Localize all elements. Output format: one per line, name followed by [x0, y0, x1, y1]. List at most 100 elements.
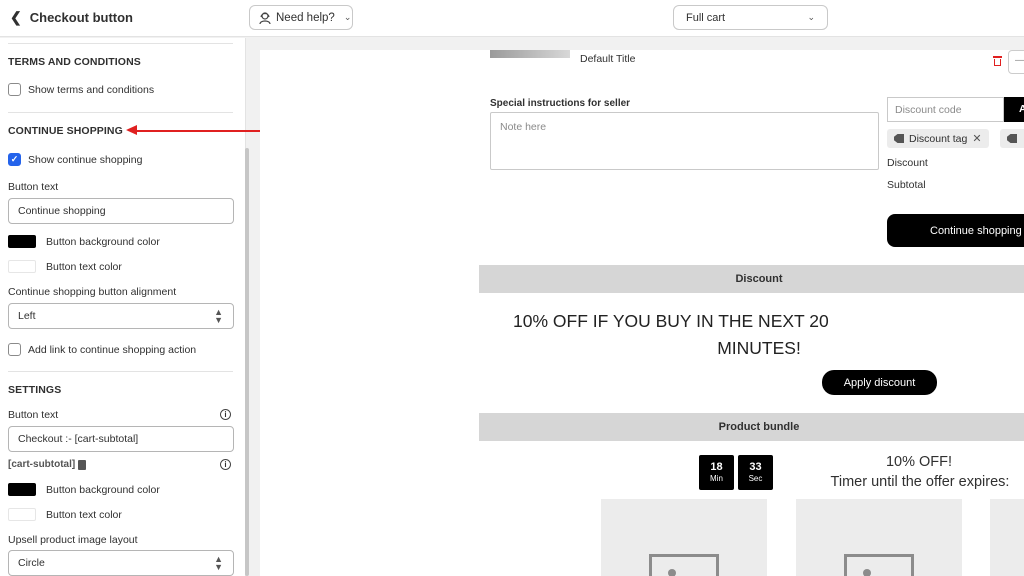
text-color-label: Button text color: [46, 260, 122, 273]
need-help-button[interactable]: Need help? ⌄: [249, 5, 353, 30]
product-bundle-label: Product bundle: [718, 421, 800, 433]
checkout-button-text-input[interactable]: Checkout :- [cart-subtotal]: [8, 426, 234, 452]
checkbox-icon: [8, 83, 21, 96]
image-placeholder-icon: [649, 554, 719, 576]
continue-shopping-section-title: CONTINUE SHOPPING: [8, 125, 123, 137]
timer-minutes-value: 18: [710, 461, 723, 473]
checkout-button-text-value: Checkout :- [cart-subtotal]: [18, 433, 139, 445]
select-arrows-icon: ▲ ▼: [214, 307, 223, 325]
special-instructions-label: Special instructions for seller: [490, 98, 631, 109]
checkbox-icon: [8, 343, 21, 356]
discount-code-placeholder: Discount code: [895, 103, 962, 116]
show-continue-shopping-label: Show continue shopping: [28, 153, 143, 166]
seller-note-textarea[interactable]: Note here: [490, 112, 879, 170]
add-link-checkbox[interactable]: Add link to continue shopping action: [8, 343, 196, 356]
terms-section-title: TERMS AND CONDITIONS: [8, 56, 141, 68]
show-terms-label: Show terms and conditions: [28, 83, 155, 96]
timer-seconds-value: 33: [749, 461, 762, 473]
cart-subtotal-label: [cart-subtotal]: [8, 459, 76, 470]
clipboard-icon[interactable]: [78, 459, 87, 470]
info-icon[interactable]: i: [220, 409, 231, 420]
apply-discount-label: Apply discount: [843, 376, 916, 389]
checkout-bg-color-picker[interactable]: Button background color: [8, 483, 160, 496]
page-title: Checkout button: [29, 10, 133, 25]
show-continue-shopping-checkbox[interactable]: ✓ Show continue shopping: [8, 153, 142, 166]
discount-band: Discount: [479, 265, 1024, 293]
cart-subtotal-variable[interactable]: [cart-subtotal]: [8, 459, 87, 470]
apply-code-button[interactable]: A: [1004, 97, 1024, 122]
bg-color-label: Button background color: [46, 235, 160, 248]
continue-text-color-picker[interactable]: Button text color: [8, 260, 122, 273]
offer-title: 10% OFF!: [885, 454, 953, 470]
subtotal-line-label: Subtotal: [887, 179, 926, 191]
bundle-product-card[interactable]: [990, 499, 1024, 576]
timer-seconds-unit: Sec: [748, 474, 763, 483]
bg-color-label: Button background color: [46, 483, 160, 496]
annotation-arrow-head: [126, 125, 137, 135]
bundle-product-card[interactable]: [796, 499, 962, 576]
discount-code-input[interactable]: Discount code: [887, 97, 1004, 122]
trash-icon[interactable]: [993, 56, 1002, 66]
tag-icon: [1007, 134, 1017, 143]
timer-minutes: 18 Min: [699, 455, 734, 490]
divider: [8, 371, 233, 372]
discount-tag-label: Discount tag: [909, 132, 968, 145]
support-agent-icon: [259, 11, 271, 24]
promo-line-2: MINUTES!: [717, 338, 801, 358]
need-help-label: Need help?: [276, 11, 335, 24]
offer-subtitle: Timer until the offer expires:: [830, 474, 1010, 490]
promo-line-1: 10% OFF IF YOU BUY IN THE NEXT 20: [513, 311, 829, 331]
note-placeholder: Note here: [500, 121, 547, 133]
continue-shopping-button[interactable]: Continue shopping: [887, 214, 1024, 247]
divider: [8, 43, 233, 44]
color-swatch[interactable]: [8, 260, 36, 273]
cart-view-value: Full cart: [686, 11, 726, 24]
discount-line-label: Discount: [887, 157, 928, 169]
promo-headline: 10% OFF IF YOU BUY IN THE NEXT 20 MINUTE…: [479, 308, 1024, 362]
discount-tag-chip[interactable]: Discount tag ✕: [887, 129, 989, 148]
chevron-down-icon: ⌄: [343, 12, 352, 22]
quantity-stepper[interactable]: —: [1008, 50, 1024, 74]
tag-icon: [894, 134, 904, 143]
upsell-layout-label: Upsell product image layout: [8, 534, 138, 546]
cart-preview: Default Title — Special instructions for…: [260, 50, 1024, 576]
checkout-text-color-picker[interactable]: Button text color: [8, 508, 122, 521]
continue-button-text-value: Continue shopping: [18, 205, 106, 217]
chevron-left-icon: ❮: [10, 9, 22, 25]
discount-tag-chip[interactable]: [1000, 129, 1024, 148]
cart-view-select[interactable]: Full cart ⌄: [673, 5, 828, 30]
product-bundle-band: Product bundle: [479, 413, 1024, 441]
continue-button-text-input[interactable]: Continue shopping: [8, 198, 234, 224]
chevron-down-icon: ⌄: [807, 12, 815, 22]
color-swatch[interactable]: [8, 508, 36, 521]
show-terms-checkbox[interactable]: Show terms and conditions: [8, 83, 154, 96]
color-swatch[interactable]: [8, 235, 36, 248]
apply-discount-button[interactable]: Apply discount: [822, 370, 937, 395]
continue-shopping-label: Continue shopping: [930, 224, 1022, 237]
button-text-label: Button text: [8, 181, 59, 193]
timer-minutes-unit: Min: [710, 474, 723, 483]
divider: [8, 112, 233, 113]
alignment-label: Continue shopping button alignment: [8, 286, 177, 298]
bundle-product-card[interactable]: [601, 499, 767, 576]
back-button[interactable]: ❮ Checkout button: [10, 9, 133, 26]
upsell-layout-select[interactable]: Circle ▲ ▼: [8, 550, 234, 576]
image-placeholder-icon: [844, 554, 914, 576]
color-swatch[interactable]: [8, 483, 36, 496]
close-icon[interactable]: ✕: [972, 132, 981, 145]
checkout-button-text-label: Button text: [8, 409, 59, 421]
top-bar: ❮ Checkout button Need help? ⌄ Full cart…: [0, 0, 1024, 37]
alignment-value: Left: [18, 310, 36, 322]
apply-code-label: A: [1019, 103, 1024, 115]
variant-title: Default Title: [580, 53, 636, 65]
sidebar-scrollbar[interactable]: [245, 148, 249, 576]
add-link-label: Add link to continue shopping action: [28, 343, 197, 356]
settings-sidebar: TERMS AND CONDITIONS Show terms and cond…: [0, 38, 246, 576]
continue-bg-color-picker[interactable]: Button background color: [8, 235, 160, 248]
alignment-select[interactable]: Left ▲ ▼: [8, 303, 234, 329]
select-arrows-icon: ▲ ▼: [214, 554, 223, 572]
info-icon[interactable]: i: [220, 459, 231, 470]
timer-seconds: 33 Sec: [738, 455, 773, 490]
product-thumbnail: [490, 50, 570, 58]
settings-section-title: SETTINGS: [8, 384, 62, 396]
